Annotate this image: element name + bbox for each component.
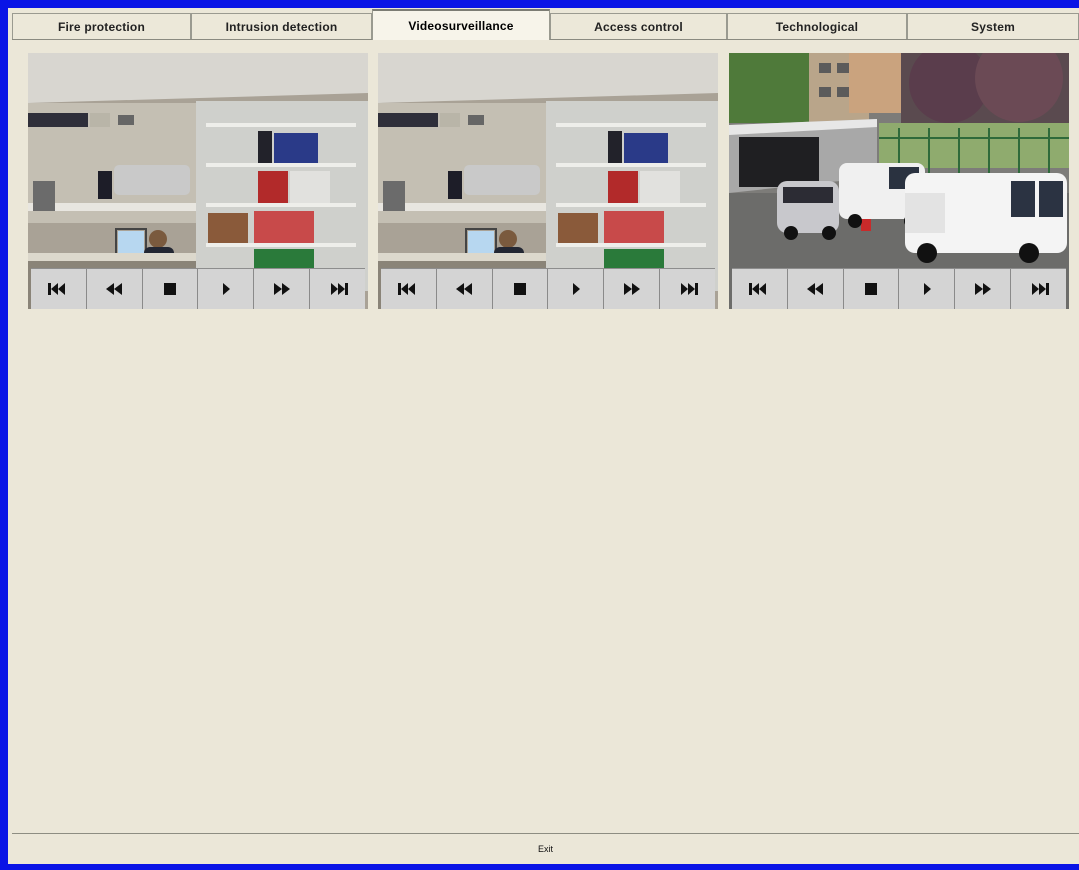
- skip-back-icon: [398, 283, 416, 295]
- play-button[interactable]: [198, 269, 255, 309]
- camera-panel-1: [28, 53, 368, 309]
- playback-controls: [732, 268, 1066, 309]
- skip-back-button[interactable]: [381, 269, 437, 309]
- tab-access-control[interactable]: Access control: [550, 13, 727, 39]
- play-icon: [572, 283, 580, 295]
- tab-label: System: [971, 19, 1015, 34]
- fast-forward-button[interactable]: [955, 269, 1012, 309]
- camera-panel-3: [729, 53, 1069, 309]
- tab-system[interactable]: System: [907, 13, 1079, 39]
- app-window: Fire protection Intrusion detection Vide…: [8, 8, 1079, 864]
- fast-forward-icon: [623, 283, 640, 295]
- skip-back-icon: [48, 283, 66, 295]
- fast-forward-icon: [974, 283, 991, 295]
- stop-button[interactable]: [492, 269, 549, 309]
- stop-icon: [865, 283, 878, 295]
- playback-controls: [31, 268, 365, 309]
- playback-controls: [381, 268, 715, 309]
- footer-bar: Exit: [12, 833, 1079, 864]
- tab-intrusion-detection[interactable]: Intrusion detection: [191, 13, 372, 39]
- skip-forward-button[interactable]: [310, 269, 365, 309]
- play-button[interactable]: [548, 269, 605, 309]
- skip-back-button[interactable]: [31, 269, 87, 309]
- fast-forward-button[interactable]: [604, 269, 661, 309]
- rewind-button[interactable]: [86, 269, 143, 309]
- rewind-icon: [807, 283, 824, 295]
- tab-label: Technological: [775, 19, 859, 34]
- tab-fire-protection[interactable]: Fire protection: [12, 13, 191, 39]
- stop-button[interactable]: [843, 269, 900, 309]
- skip-forward-button[interactable]: [660, 269, 715, 309]
- tab-label: Intrusion detection: [225, 19, 338, 34]
- stop-icon: [514, 283, 527, 295]
- skip-forward-icon: [1031, 283, 1049, 295]
- skip-forward-icon: [680, 283, 698, 295]
- rewind-button[interactable]: [787, 269, 844, 309]
- skip-forward-button[interactable]: [1011, 269, 1066, 309]
- fast-forward-icon: [273, 283, 290, 295]
- tab-label: Fire protection: [57, 19, 145, 34]
- rewind-icon: [456, 283, 473, 295]
- tab-bar: Fire protection Intrusion detection Vide…: [12, 9, 1079, 40]
- exit-button[interactable]: Exit: [538, 844, 553, 854]
- camera-panel-2: [378, 53, 718, 309]
- tab-label: Videosurveillance: [408, 18, 514, 33]
- tab-videosurveillance[interactable]: Videosurveillance: [372, 9, 550, 40]
- stop-button[interactable]: [142, 269, 199, 309]
- rewind-icon: [106, 283, 123, 295]
- fast-forward-button[interactable]: [254, 269, 311, 309]
- skip-forward-icon: [330, 283, 348, 295]
- play-button[interactable]: [899, 269, 956, 309]
- play-icon: [923, 283, 931, 295]
- play-icon: [222, 283, 230, 295]
- tab-label: Access control: [594, 19, 683, 34]
- tab-technological[interactable]: Technological: [727, 13, 907, 39]
- skip-back-icon: [749, 283, 767, 295]
- stop-icon: [164, 283, 177, 295]
- skip-back-button[interactable]: [732, 269, 788, 309]
- rewind-button[interactable]: [436, 269, 493, 309]
